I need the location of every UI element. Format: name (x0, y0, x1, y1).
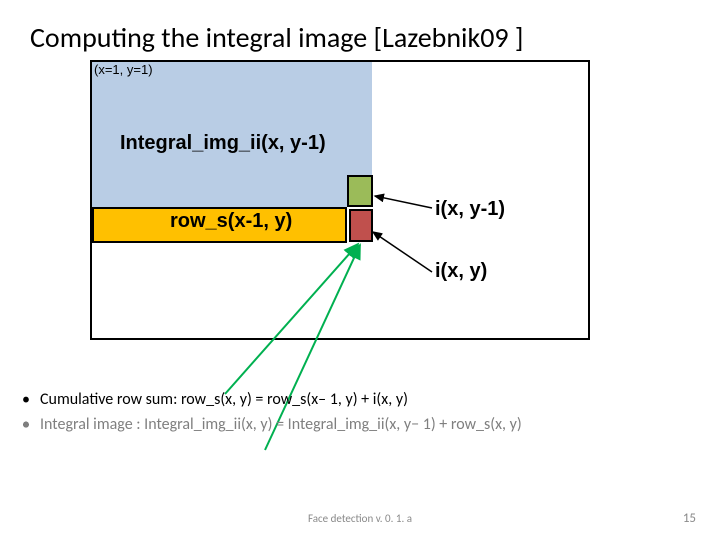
bullet-list: Cumulative row sum: row_s(x, y) = row_s(… (22, 388, 522, 438)
row-sum-label: row_s(x-1, y) (170, 210, 292, 233)
slide-number: 15 (683, 511, 696, 526)
pixel-x-y-minus-1 (347, 175, 373, 207)
origin-label: (x=1, y=1) (94, 62, 153, 77)
bullet-3: Integral image : Integral_img_ii(x, y) =… (22, 413, 522, 438)
integral-label: Integral_img_ii(x, y-1) (120, 132, 326, 155)
footer-center: Face detection v. 0. 1. a (308, 512, 412, 525)
slide-title: Computing the integral image [Lazebnik09… (30, 20, 524, 55)
i-x-y-minus-1-label: i(x, y-1) (435, 198, 505, 221)
i-x-y-label: i(x, y) (435, 260, 487, 283)
bullet-1: Cumulative row sum: row_s(x, y) = row_s(… (22, 388, 522, 413)
pixel-x-y (349, 209, 373, 242)
diagram-frame (90, 60, 590, 340)
